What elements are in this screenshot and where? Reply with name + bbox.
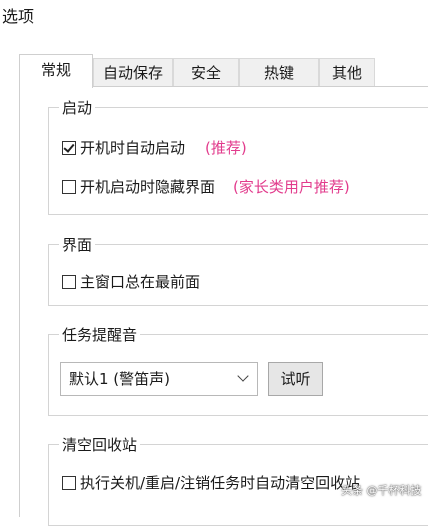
watermark: 头条 @千杯科技 [341,484,422,497]
auto-start-option[interactable]: 开机时自动启动 (推荐) [62,137,247,158]
window-title: 选项 [2,7,35,26]
always-on-top-label: 主窗口总在最前面 [80,273,201,291]
hide-on-start-label: 开机启动时隐藏界面 [80,178,216,196]
alert-sound-select[interactable]: 默认1 (警笛声) [60,362,258,396]
alert-sound-group-title: 任务提醒音 [59,324,141,345]
tab-general[interactable]: 常规 [19,54,93,88]
hide-on-start-checkbox[interactable] [62,179,76,194]
alert-sound-value: 默认1 (警笛声) [69,370,171,388]
chevron-down-icon [237,370,249,382]
auto-start-label: 开机时自动启动 [80,139,186,157]
tab-hotkeys[interactable]: 热键 [239,58,319,87]
check-icon [63,140,75,153]
tab-other[interactable]: 其他 [319,58,375,87]
tab-autosave[interactable]: 自动保存 [93,58,173,87]
auto-start-note: (推荐) [205,139,247,157]
empty-recycle-checkbox[interactable] [62,475,76,490]
startup-group [48,107,428,215]
interface-group-title: 界面 [59,234,96,255]
always-on-top-option[interactable]: 主窗口总在最前面 [62,271,200,292]
empty-recycle-label: 执行关机/重启/注销任务时自动清空回收站 [80,474,361,492]
startup-group-title: 启动 [59,97,96,118]
recycle-group-title: 清空回收站 [59,434,141,455]
auto-start-checkbox[interactable] [62,140,76,155]
always-on-top-checkbox[interactable] [62,274,76,289]
empty-recycle-option[interactable]: 执行关机/重启/注销任务时自动清空回收站 [62,472,360,493]
hide-on-start-note: (家长类用户推荐) [233,178,350,196]
hide-on-start-option[interactable]: 开机启动时隐藏界面 (家长类用户推荐) [62,176,350,197]
test-sound-button[interactable]: 试听 [268,362,323,396]
tab-security[interactable]: 安全 [173,58,239,87]
